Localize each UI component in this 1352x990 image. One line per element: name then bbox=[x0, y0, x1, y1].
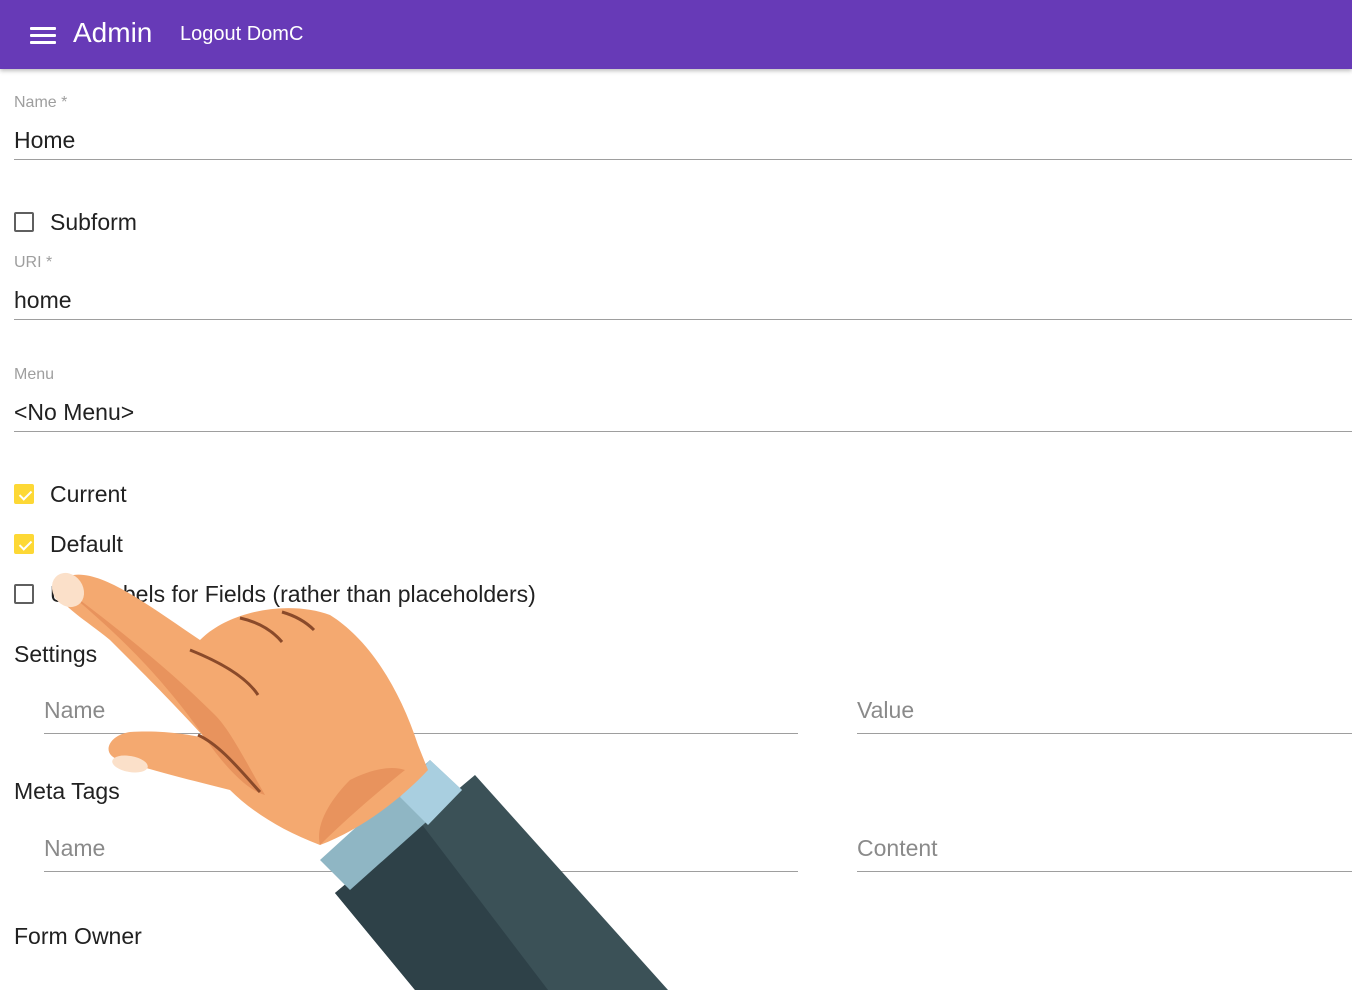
menu-field: Menu bbox=[14, 365, 1352, 432]
default-checkbox[interactable] bbox=[14, 534, 34, 554]
current-label: Current bbox=[50, 481, 127, 507]
labels-for-fields-checkbox[interactable] bbox=[14, 584, 34, 604]
labels-for-fields-checkbox-row[interactable]: Use Labels for Fields (rather than place… bbox=[14, 579, 536, 609]
uri-field-label: URI * bbox=[14, 254, 53, 271]
current-checkbox-row[interactable]: Current bbox=[14, 479, 127, 509]
form-owner-title: Form Owner bbox=[14, 923, 142, 949]
app-title: Admin bbox=[73, 17, 153, 48]
subform-checkbox[interactable] bbox=[14, 212, 34, 232]
meta-name-underline bbox=[44, 871, 798, 872]
settings-name-underline bbox=[44, 733, 798, 734]
settings-value-underline bbox=[857, 733, 1352, 734]
menu-field-label: Menu bbox=[14, 366, 55, 383]
settings-value-field bbox=[857, 695, 1352, 734]
meta-content-field bbox=[857, 833, 1352, 872]
name-input[interactable] bbox=[14, 125, 1352, 155]
menu-underline bbox=[14, 431, 1352, 432]
settings-value-input[interactable] bbox=[857, 695, 1352, 725]
settings-title: Settings bbox=[14, 641, 98, 667]
labels-for-fields-label: Use Labels for Fields (rather than place… bbox=[50, 581, 536, 607]
settings-name-input[interactable] bbox=[44, 695, 798, 725]
logout-link[interactable]: Logout DomC bbox=[180, 22, 303, 46]
settings-name-field bbox=[44, 695, 798, 734]
uri-input[interactable] bbox=[14, 285, 1352, 315]
meta-content-input[interactable] bbox=[857, 833, 1352, 863]
meta-name-input[interactable] bbox=[44, 833, 798, 863]
hamburger-menu-icon[interactable] bbox=[26, 18, 62, 52]
app-bar: Admin Logout DomC bbox=[0, 0, 1352, 69]
meta-tags-title: Meta Tags bbox=[14, 778, 120, 804]
uri-field: URI * bbox=[14, 253, 1352, 320]
default-checkbox-row[interactable]: Default bbox=[14, 529, 123, 559]
current-checkbox[interactable] bbox=[14, 484, 34, 504]
subform-label: Subform bbox=[50, 209, 137, 235]
uri-underline bbox=[14, 319, 1352, 320]
menu-select[interactable] bbox=[14, 397, 1352, 427]
meta-name-field bbox=[44, 833, 798, 872]
name-underline bbox=[14, 159, 1352, 160]
admin-page: Admin Logout DomC Name * Subform URI * M… bbox=[0, 0, 1352, 990]
subform-checkbox-row[interactable]: Subform bbox=[14, 207, 137, 237]
name-field: Name * bbox=[14, 93, 1352, 160]
meta-content-underline bbox=[857, 871, 1352, 872]
name-field-label: Name * bbox=[14, 94, 68, 111]
default-label: Default bbox=[50, 531, 123, 557]
